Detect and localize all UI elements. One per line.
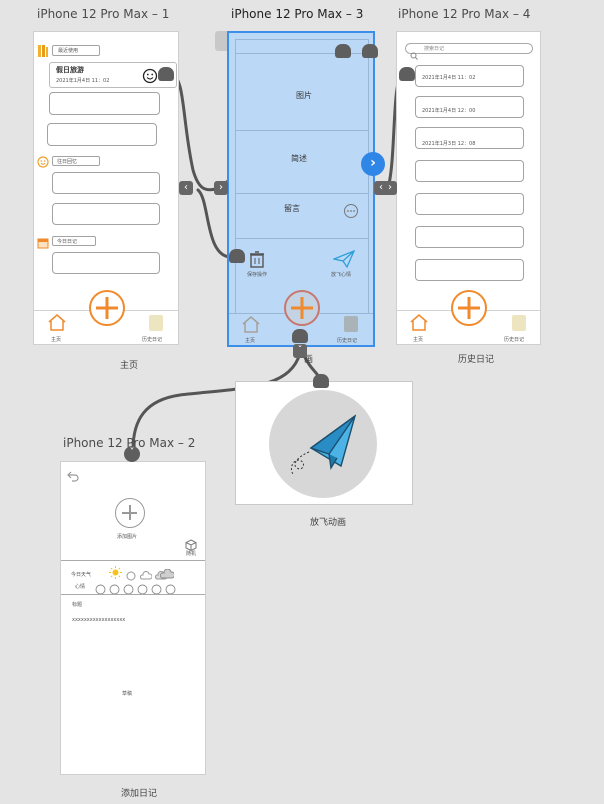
chevron-right-icon[interactable]: ›	[383, 181, 397, 195]
frame-history[interactable]: 搜索日记 2021年1月4日 11：02 2021年1月4日 12：00 202…	[396, 31, 541, 345]
frame-title-4[interactable]: iPhone 12 Pro Max – 4	[398, 7, 530, 21]
history-entry[interactable]	[415, 193, 524, 215]
frame-title-1[interactable]: iPhone 12 Pro Max – 1	[37, 7, 169, 21]
section-mood-label: 往日回忆	[57, 159, 78, 165]
search-placeholder: 搜索日记	[424, 46, 445, 52]
link-handle[interactable]	[292, 329, 308, 343]
home-icon[interactable]	[409, 313, 429, 331]
paper-plane-icon[interactable]	[331, 249, 356, 269]
tab-history-label: 历史日记	[337, 338, 358, 344]
draft-label[interactable]: 草稿	[122, 690, 132, 697]
history-entry[interactable]	[415, 226, 524, 248]
tab-history-label: 历史日记	[142, 337, 163, 343]
sun-icon[interactable]	[109, 564, 122, 579]
card-title: 假日旅游	[56, 66, 84, 74]
smile-icon	[37, 153, 49, 168]
home-icon[interactable]	[47, 313, 67, 331]
smile-icon	[142, 68, 158, 84]
add-image-button[interactable]	[115, 498, 145, 528]
chevron-down-icon[interactable]: ˇ	[293, 344, 307, 358]
tab-home-label: 主页	[51, 337, 62, 343]
home-icon[interactable]	[241, 315, 261, 333]
history-icon[interactable]	[512, 315, 526, 331]
caption-add-diary: 添加日记	[121, 789, 158, 799]
chevron-right-icon[interactable]: ›	[214, 181, 228, 195]
frame-stack-shadow	[215, 31, 227, 51]
caption-history: 历史日记	[458, 355, 495, 365]
history-icon[interactable]	[344, 316, 358, 332]
book-icon	[37, 43, 49, 57]
section-today-label: 今日日记	[57, 239, 78, 245]
history-entry[interactable]: 2021年1月4日 11：02	[415, 65, 524, 87]
save-action-label: 保存操作	[247, 272, 268, 278]
body-text[interactable]: xxxxxxxxxxxxxxxxxx	[72, 617, 125, 623]
history-entry[interactable]	[415, 259, 524, 281]
add-diary-button[interactable]	[284, 290, 320, 326]
trash-icon[interactable]	[249, 250, 265, 268]
back-icon[interactable]	[66, 467, 80, 482]
cloud-icon[interactable]	[140, 566, 153, 580]
add-diary-button[interactable]	[89, 290, 125, 326]
search-icon	[410, 45, 418, 60]
design-canvas: iPhone 12 Pro Max – 1 最近使用 假日旅游 2021年1月4…	[0, 0, 604, 804]
frame-add-diary[interactable]: 添加图片 随机 今日天气 心情 标题 xxxxxxxxxxxxxxxxxx 草稿	[60, 461, 206, 775]
entry-box[interactable]	[47, 123, 157, 146]
animation-circle	[269, 390, 377, 498]
entry-box[interactable]	[49, 92, 160, 115]
link-handle[interactable]	[399, 67, 415, 81]
cloud-icon[interactable]	[125, 566, 137, 581]
images-row-label[interactable]: 图片	[296, 90, 312, 101]
history-icon[interactable]	[149, 315, 163, 331]
more-icon[interactable]	[343, 203, 359, 219]
title-label[interactable]: 标题	[72, 601, 82, 608]
entry-box[interactable]	[52, 252, 160, 274]
link-handle[interactable]	[313, 374, 329, 388]
dice-icon[interactable]	[185, 536, 197, 552]
send-action-label: 放飞心情	[331, 272, 352, 278]
mood-label: 心情	[75, 584, 86, 590]
weather-label: 今日天气	[71, 572, 92, 578]
chevron-left-icon[interactable]: ‹	[179, 181, 193, 195]
entry-box[interactable]	[52, 172, 160, 194]
tab-home-label: 主页	[245, 338, 256, 344]
history-entry[interactable]	[415, 160, 524, 182]
chevron-right-icon[interactable]: ›	[361, 152, 385, 176]
text-row-label[interactable]: 简述	[291, 153, 307, 164]
caption-animation: 放飞动画	[310, 518, 347, 528]
entry-box[interactable]	[52, 203, 160, 225]
add-image-label: 添加图片	[117, 534, 138, 540]
chevron-down-icon[interactable]: ˅	[124, 446, 140, 462]
history-entry[interactable]: 2021年1月4日 12：00	[415, 96, 524, 118]
frame-diary-detail[interactable]: 图片 简述 留言 保存操作 放飞心情 主页 历史日记	[227, 31, 375, 347]
comment-row-label[interactable]: 留言	[284, 203, 300, 214]
link-handle[interactable]	[229, 249, 245, 263]
link-handle[interactable]	[158, 67, 174, 81]
calendar-icon	[37, 234, 49, 249]
caption-home: 主页	[120, 361, 139, 371]
random-label: 随机	[186, 551, 197, 557]
frame-title-3[interactable]: iPhone 12 Pro Max – 3	[231, 7, 363, 21]
paper-plane-icon	[290, 414, 357, 475]
tab-home-label: 主页	[413, 337, 424, 343]
link-handle[interactable]	[335, 44, 351, 58]
recent-label: 最近使用	[58, 48, 79, 54]
link-handle[interactable]	[362, 44, 378, 58]
mood-picker[interactable]	[95, 580, 185, 595]
cloud-icon[interactable]	[159, 565, 176, 579]
search-input[interactable]: 搜索日记	[405, 43, 533, 60]
tab-history-label: 历史日记	[504, 337, 525, 343]
frame-send-animation[interactable]	[235, 381, 413, 505]
add-diary-button[interactable]	[451, 290, 487, 326]
card-date: 2021年1月4日 11：02	[56, 78, 110, 84]
history-entry[interactable]: 2021年1月3日 12：08	[415, 127, 524, 149]
